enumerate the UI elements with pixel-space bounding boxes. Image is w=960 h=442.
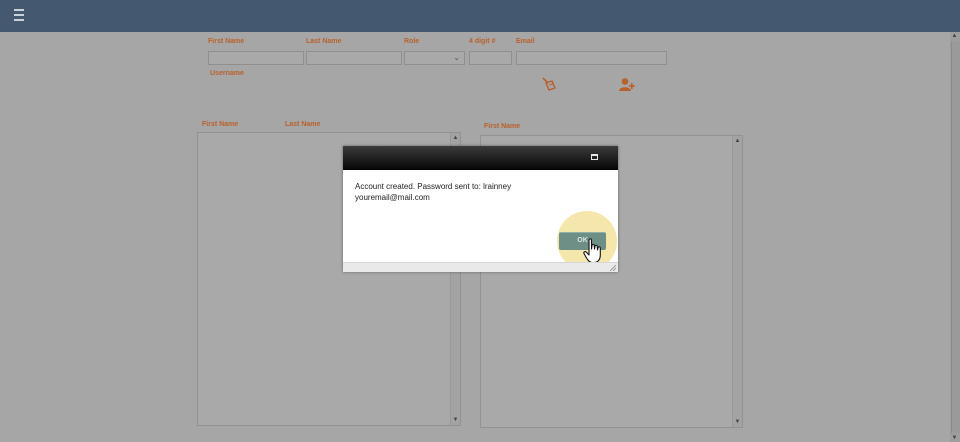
top-bar: [0, 0, 960, 32]
first-name-input[interactable]: [208, 51, 304, 65]
hamburger-menu-icon[interactable]: [14, 9, 24, 21]
email-input[interactable]: [516, 51, 667, 65]
left-panel-first-name-header: First Name: [202, 121, 239, 128]
account-created-dialog: Account created. Password sent to: lrain…: [343, 146, 618, 272]
page-scroll-up-icon[interactable]: ▲: [950, 32, 959, 40]
four-digit-input[interactable]: [469, 51, 512, 65]
last-name-label: Last Name: [306, 38, 342, 45]
dialog-message-line1: Account created. Password sent to: lrain…: [355, 182, 512, 191]
add-user-icon[interactable]: [618, 77, 636, 93]
scroll-up-icon[interactable]: ▲: [451, 134, 460, 142]
right-list-scrollbar[interactable]: ▲ ▼: [732, 136, 742, 427]
broom-icon[interactable]: [540, 76, 558, 92]
maximize-icon[interactable]: [591, 154, 598, 160]
dialog-message-line2: youremail@mail.com: [355, 193, 430, 202]
chevron-down-icon: ⌄: [453, 53, 460, 62]
email-label: Email: [516, 38, 535, 45]
left-panel-last-name-header: Last Name: [285, 121, 321, 128]
scroll-down-icon[interactable]: ▼: [451, 416, 460, 424]
dialog-title-bar: [343, 146, 618, 170]
role-select[interactable]: ⌄: [404, 51, 465, 65]
hand-cursor-icon: [583, 238, 601, 264]
resize-grip-icon[interactable]: [610, 265, 616, 271]
username-label: Username: [210, 70, 244, 77]
right-panel-first-name-header: First Name: [484, 123, 521, 130]
scroll-up-icon[interactable]: ▲: [733, 137, 742, 145]
page-scroll-down-icon[interactable]: ▼: [950, 434, 959, 442]
page-scrollbar[interactable]: ▲ ▼: [950, 32, 960, 442]
first-name-label: First Name: [208, 38, 245, 45]
page-scrollbar-thumb[interactable]: [951, 41, 960, 433]
four-digit-label: 4 digit #: [469, 38, 496, 45]
dialog-message: Account created. Password sent to: lrain…: [355, 181, 605, 203]
dialog-footer: [343, 262, 618, 272]
role-label: Role: [404, 38, 420, 45]
last-name-input[interactable]: [306, 51, 402, 65]
scroll-down-icon[interactable]: ▼: [733, 418, 742, 426]
